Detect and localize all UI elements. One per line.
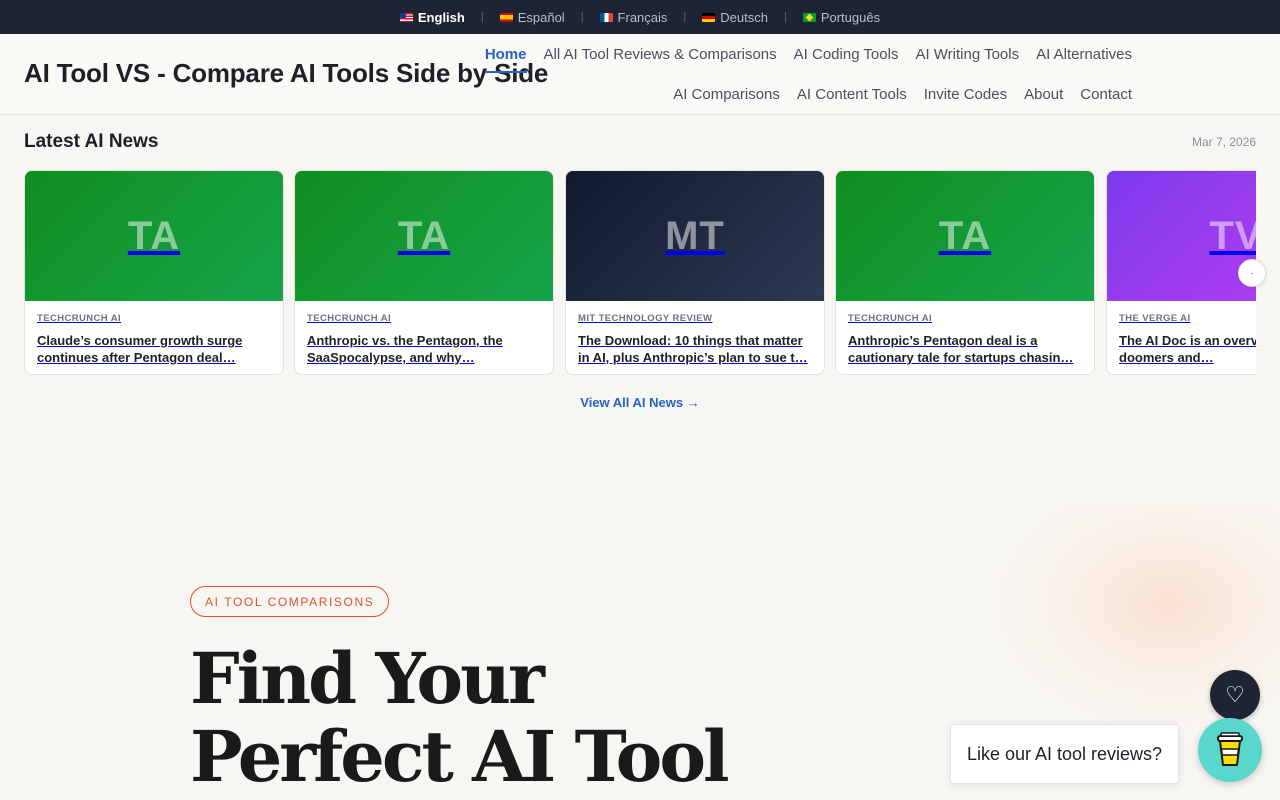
carousel-next-button[interactable]: · [1238,259,1266,287]
news-card-thumbnail: TA [295,171,553,301]
news-card-source: TECHCRUNCH AI [37,313,122,324]
news-date: Mar 7, 2026 [1191,135,1256,149]
lang-portugues[interactable]: Português [801,10,882,25]
es-flag-icon [499,12,513,22]
news-card-initials: TV [1209,213,1256,258]
news-card-initials: TA [127,213,181,258]
lang-separator: | [480,11,484,23]
language-bar: English | Español | Français | Deutsch |… [0,0,1280,34]
nav-writing-tools[interactable]: AI Writing Tools [915,44,1019,73]
lang-francais[interactable]: Français [598,10,670,25]
site-header: AI Tool VS - Compare AI Tools Side by Si… [0,34,1280,115]
news-card-headline: Anthropic’s Pentagon deal is a cautionar… [848,333,1074,365]
main-nav-row-1: Home All AI Tool Reviews & Comparisons A… [468,44,1132,73]
nav-all-reviews[interactable]: All AI Tool Reviews & Comparisons [544,44,777,73]
news-card-headline: The Download: 10 things that matter in A… [578,333,808,365]
news-card-headline: The AI Doc is an overview piece for doom… [1119,333,1256,365]
hero-title-line-1: Find Your [190,637,545,720]
news-card-initials: TA [938,213,992,258]
lang-separator: | [580,11,584,23]
heart-icon: ♡ [1225,682,1245,707]
news-card-headline: Anthropic vs. the Pentagon, the SaaSpoca… [307,333,503,365]
support-tooltip: Like our AI tool reviews? [950,724,1179,784]
lang-label: English [417,9,465,25]
coffee-cup-icon [1217,732,1243,766]
main-nav-row-2: AI Comparisons AI Content Tools Invite C… [656,84,1132,113]
news-card-source: TECHCRUNCH AI [307,313,392,324]
nav-home[interactable]: Home [484,44,527,73]
nav-comparisons[interactable]: AI Comparisons [673,84,780,113]
favorite-button[interactable]: ♡ [1210,670,1260,720]
fr-flag-icon [599,12,613,22]
br-flag-icon [802,12,816,22]
lang-espanol[interactable]: Español [498,10,567,25]
nav-invite-codes[interactable]: Invite Codes [924,84,1007,113]
hero-title: Find Your Perfect AI Tool [190,637,730,798]
news-card-initials: TA [397,213,451,258]
news-card-source: MIT TECHNOLOGY REVIEW [578,313,713,324]
news-card[interactable]: TA TECHCRUNCH AI Claude’s consumer growt… [24,170,284,375]
hero-title-line-2: Perfect AI Tool [190,715,730,798]
news-card[interactable]: MT MIT TECHNOLOGY REVIEW The Download: 1… [565,170,825,375]
hero-badge: AI TOOL COMPARISONS [190,586,390,617]
us-flag-icon [399,12,413,22]
nav-coding-tools[interactable]: AI Coding Tools [794,44,899,73]
dot-icon: · [1250,267,1254,279]
lang-separator: | [783,11,787,23]
news-card-initials: MT [665,213,725,258]
news-card-thumbnail: TA [25,171,283,301]
lang-label: Deutsch [720,9,768,25]
news-card-thumbnail: TA [836,171,1094,301]
news-carousel[interactable]: TA TECHCRUNCH AI Claude’s consumer growt… [24,170,1256,376]
lang-deutsch[interactable]: Deutsch [700,10,770,25]
view-all-news-link[interactable]: View All AI News → [0,395,1280,410]
news-card-source: THE VERGE AI [1119,313,1191,324]
news-card[interactable]: TA TECHCRUNCH AI Anthropic vs. the Penta… [294,170,554,375]
lang-label: Español [517,9,565,25]
news-card-thumbnail: MT [566,171,824,301]
news-card[interactable]: TV THE VERGE AI The AI Doc is an overvie… [1106,170,1256,375]
news-card-source: TECHCRUNCH AI [848,313,933,324]
nav-about[interactable]: About [1024,84,1063,113]
lang-english[interactable]: English [398,10,467,25]
nav-content-tools[interactable]: AI Content Tools [797,84,907,113]
news-card[interactable]: TA TECHCRUNCH AI Anthropic’s Pentagon de… [835,170,1095,375]
de-flag-icon [702,12,716,22]
lang-separator: | [683,11,687,23]
news-card-thumbnail: TV [1107,171,1256,301]
support-tooltip-text: Like our AI tool reviews? [966,743,1163,764]
lang-label: Français [617,9,668,25]
nav-alternatives[interactable]: AI Alternatives [1036,44,1132,73]
buy-me-a-coffee-button[interactable] [1198,718,1262,782]
lang-label: Português [820,9,881,25]
news-heading: Latest AI News [24,131,159,152]
nav-contact[interactable]: Contact [1080,84,1132,113]
news-card-headline: Claude’s consumer growth surge continues… [37,333,243,365]
